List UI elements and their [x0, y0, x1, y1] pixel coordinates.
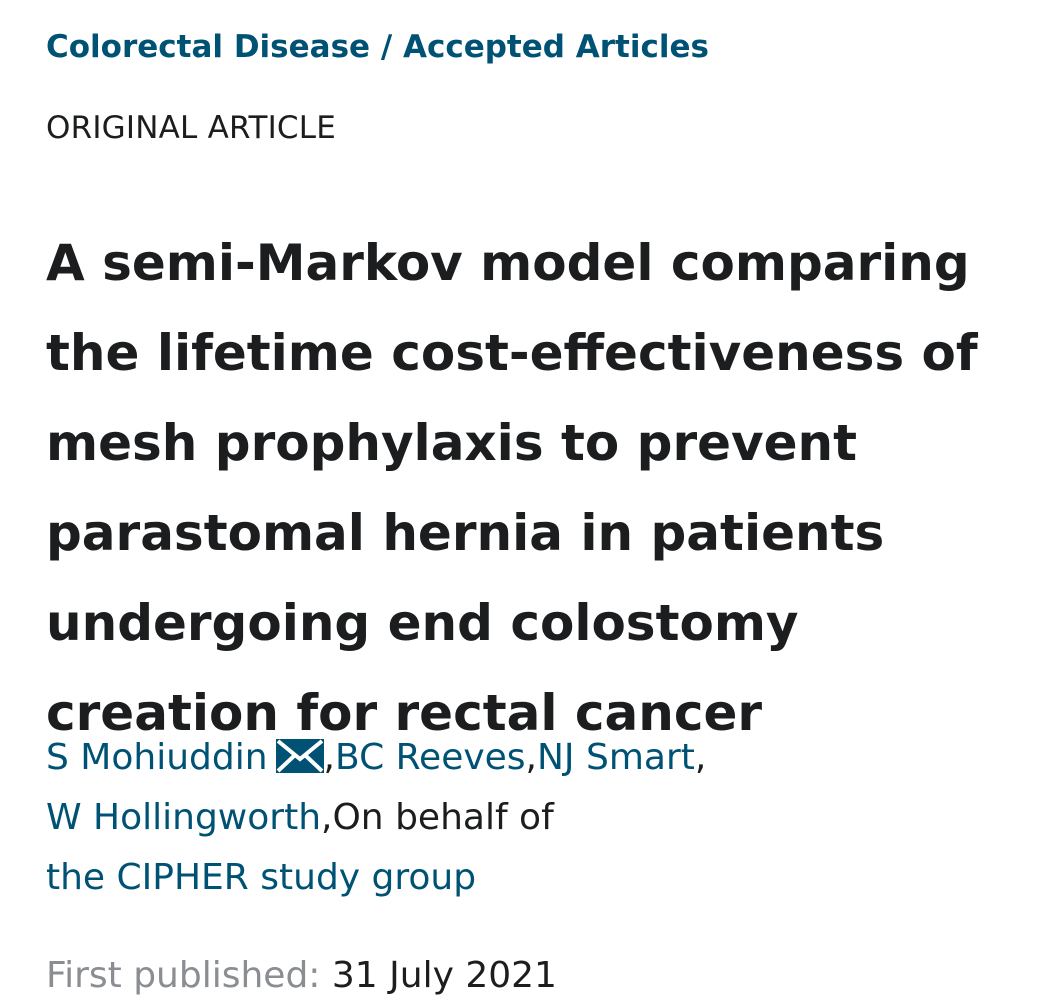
first-published-label: First published: — [46, 955, 321, 996]
author-separator: , — [694, 737, 707, 778]
article-title: A semi-Markov model comparing the lifeti… — [46, 234, 978, 742]
publication-date: First published: 31 July 2021 — [46, 948, 557, 1004]
author-link[interactable]: BC Reeves — [335, 737, 526, 778]
envelope-icon[interactable] — [275, 739, 324, 773]
accepted-articles-link[interactable]: Accepted Articles — [403, 29, 709, 65]
first-published-date: 31 July 2021 — [331, 955, 557, 996]
author-separator: , — [321, 797, 333, 838]
author-link[interactable]: NJ Smart — [537, 737, 695, 778]
author-separator: , — [323, 737, 335, 778]
article-type: ORIGINAL ARTICLE — [46, 110, 337, 146]
journal-link[interactable]: Colorectal Disease — [46, 29, 370, 65]
breadcrumb: Colorectal Disease / Accepted Articles — [46, 27, 709, 67]
study-group-link[interactable]: the CIPHER study group — [46, 857, 476, 898]
group-prefix: On behalf of — [332, 797, 554, 838]
author-link[interactable]: W Hollingworth — [46, 797, 321, 838]
author-separator: , — [525, 737, 537, 778]
breadcrumb-separator: / — [370, 29, 403, 65]
author-list: S Mohiuddin ,BC Reeves,NJ Smart, W Holling… — [46, 728, 826, 908]
author-link[interactable]: S Mohiuddin — [46, 737, 268, 778]
